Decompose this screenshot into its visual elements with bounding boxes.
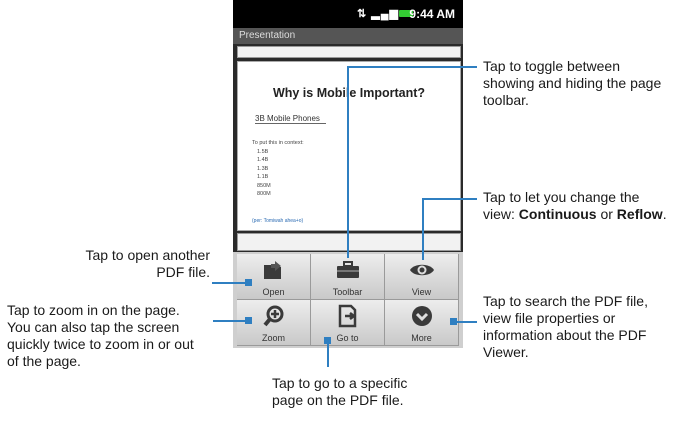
pdf-page[interactable]: Why is Mobile Important? 3B Mobile Phone… [237, 61, 461, 231]
toggle-toolbar-callout: Tap to toggle between showing and hiding… [483, 58, 662, 108]
toggle-leader-horizontal [347, 66, 477, 68]
zoom-label: Zoom [261, 333, 285, 343]
zoom-leader-end [245, 317, 252, 324]
app-title: Presentation [239, 30, 296, 41]
status-bar: ⇅ ▂▄▆ 9:44 AM [233, 0, 463, 28]
toggle-leader-vertical [347, 66, 349, 258]
page-list-intro: To put this in context: [252, 140, 304, 146]
eye-icon [385, 259, 458, 281]
signal-icon: ⇅ ▂▄▆ [357, 8, 399, 20]
open-label: Open [262, 287, 285, 297]
view-button[interactable]: View [385, 254, 459, 300]
zoom-callout: Tap to zoom in on the page. You can also… [7, 302, 194, 369]
zoom-leader [213, 320, 248, 322]
view-callout-end: . [662, 206, 667, 222]
go-to-page-icon [311, 304, 384, 328]
more-leader [453, 321, 477, 323]
page-link[interactable]: (per: Tomiwah ahea+o) [252, 218, 303, 224]
goto-leader [327, 340, 329, 367]
open-button[interactable]: Open [237, 254, 311, 300]
list-item: 800M [257, 191, 271, 197]
view-option-continuous: Continuous [518, 206, 597, 222]
open-leader [212, 282, 248, 284]
view-leader-horizontal [422, 198, 477, 200]
go-to-button[interactable]: Go to [311, 300, 385, 346]
open-callout: Tap to open another PDF file. [85, 247, 210, 280]
more-chevron-icon [385, 305, 458, 327]
view-option-reflow: Reflow [616, 206, 663, 222]
toolbox-icon [311, 259, 384, 281]
goto-callout: Tap to go to a specific page on the PDF … [272, 375, 408, 408]
page-subtitle: 3B Mobile Phones [255, 114, 326, 124]
view-callout-or: or [596, 206, 617, 222]
view-callout: Tap to let you change the view: Continuo… [483, 189, 673, 223]
next-page-strip[interactable] [237, 233, 461, 251]
list-item: 1.3B [257, 165, 269, 172]
previous-page-strip[interactable] [237, 46, 461, 58]
view-label: View [411, 287, 432, 297]
page-heading: Why is Mobile Important? [272, 86, 426, 100]
status-time: 9:44 AM [409, 7, 455, 21]
list-item: 1.1B [257, 174, 269, 180]
list-item: 850M [257, 182, 271, 189]
page-toolbar: Open Toolbar View Zoom Go to More [233, 252, 463, 348]
open-folder-icon [237, 259, 310, 281]
view-leader-vertical [422, 198, 424, 260]
toolbar-label: Toolbar [332, 287, 363, 297]
list-item: 1.4B [257, 157, 269, 163]
page-list: To put this in context: 1.5B 1.4B 1.3B 1… [252, 139, 304, 199]
toolbar-toggle-button[interactable]: Toolbar [311, 254, 385, 300]
open-leader-end [245, 279, 252, 286]
go-to-label: Go to [336, 333, 359, 343]
more-callout: Tap to search the PDF file, view file pr… [483, 293, 648, 360]
list-item: 1.5B [257, 148, 269, 155]
more-label: More [411, 333, 432, 343]
more-button[interactable]: More [385, 300, 459, 346]
app-title-bar: Presentation [233, 28, 463, 44]
